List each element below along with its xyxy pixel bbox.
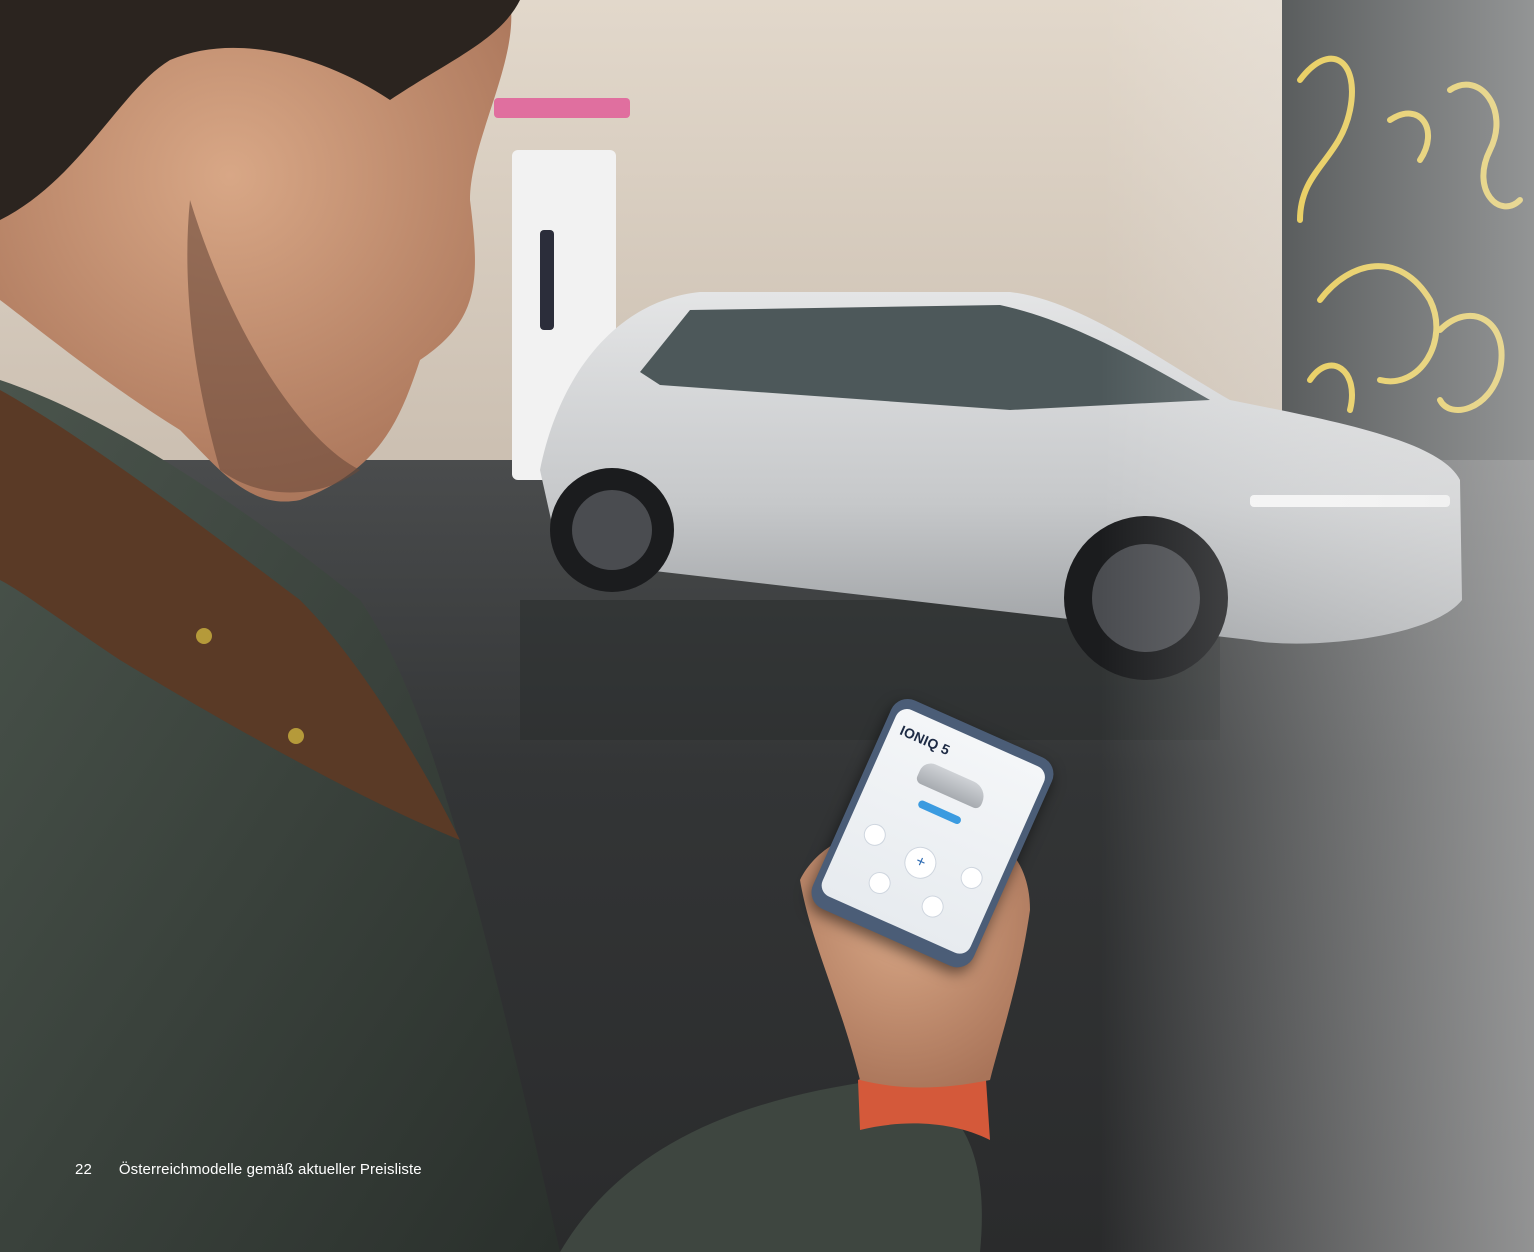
lock-button[interactable] xyxy=(860,820,890,850)
unlock-button[interactable] xyxy=(957,863,987,893)
start-climate-button[interactable]: + xyxy=(899,841,942,884)
footer-note: Österreichmodelle gemäß aktueller Preisl… xyxy=(118,1160,422,1178)
plus-icon: + xyxy=(912,852,929,873)
horn-button[interactable] xyxy=(918,892,948,922)
app-title: IONIQ 5 xyxy=(897,722,953,759)
app-active-tab[interactable] xyxy=(916,799,963,826)
page-number: 22 xyxy=(75,1160,92,1178)
hazard-button[interactable] xyxy=(865,868,895,898)
scene-photo xyxy=(0,0,1534,1252)
page-footer: 22 Österreichmodelle gemäß aktueller Pre… xyxy=(75,1158,422,1180)
page: IONIQ 5 + 22 Österreichmodelle gemäß akt… xyxy=(0,0,1534,1252)
